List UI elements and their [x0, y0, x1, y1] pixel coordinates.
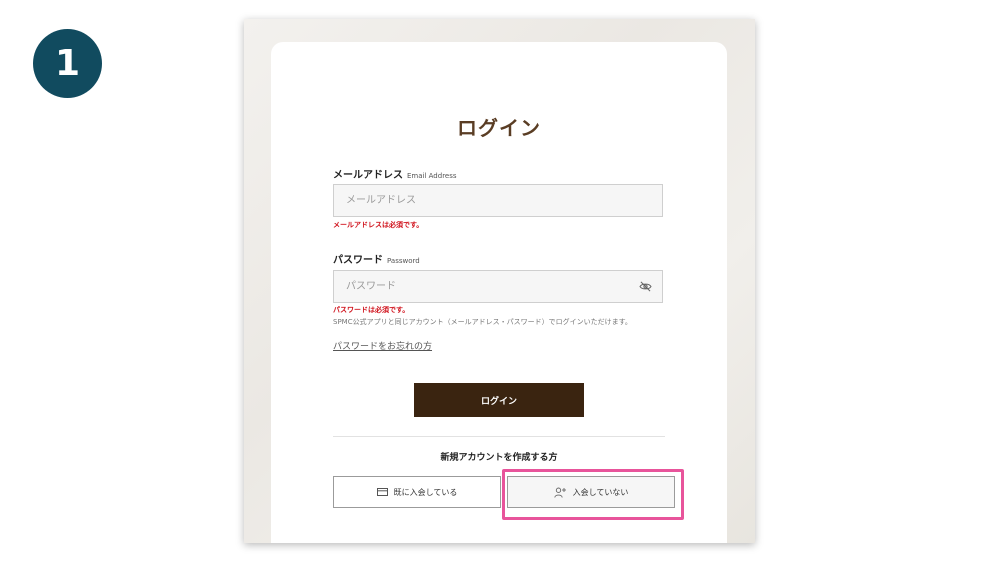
new-account-heading: 新規アカウントを作成する方	[440, 453, 558, 463]
already-member-label: 既に入会している	[393, 487, 458, 497]
login-card: ログイン メールアドレスEmail Address メールアドレスは必須です。 …	[271, 42, 727, 543]
already-member-button[interactable]: 既に入会している	[333, 476, 501, 508]
email-label-text: メールアドレス	[333, 170, 403, 181]
password-label: パスワード Password	[333, 251, 420, 266]
card-icon	[376, 488, 388, 496]
login-screen: ログイン メールアドレスEmail Address メールアドレスは必須です。 …	[244, 19, 755, 543]
not-member-label: 入会していない	[572, 487, 629, 497]
eye-slash-icon[interactable]	[639, 281, 652, 292]
email-field[interactable]	[334, 185, 662, 216]
step-number-badge: 1	[33, 29, 102, 98]
forgot-password-link[interactable]: パスワードをお忘れの方	[333, 339, 432, 352]
email-field-container	[333, 184, 663, 217]
not-member-button[interactable]: 入会していない	[507, 476, 675, 508]
password-field-container	[333, 270, 663, 303]
divider	[333, 436, 665, 437]
password-field[interactable]	[334, 271, 662, 302]
password-label-text: パスワード	[333, 255, 383, 266]
page-title: ログイン	[457, 116, 541, 140]
password-sublabel: Password	[387, 257, 420, 265]
add-user-icon	[553, 487, 566, 498]
email-label: メールアドレス Email Address	[333, 166, 457, 181]
email-error: メールアドレスは必須です。	[333, 221, 424, 229]
password-error: パスワードは必須です。	[333, 306, 410, 314]
login-button[interactable]: ログイン	[414, 383, 584, 417]
email-sublabel: Email Address	[407, 172, 457, 180]
account-note: SPMC公式アプリと同じアカウント（メールアドレス・パスワード）でログインいただ…	[333, 318, 632, 326]
